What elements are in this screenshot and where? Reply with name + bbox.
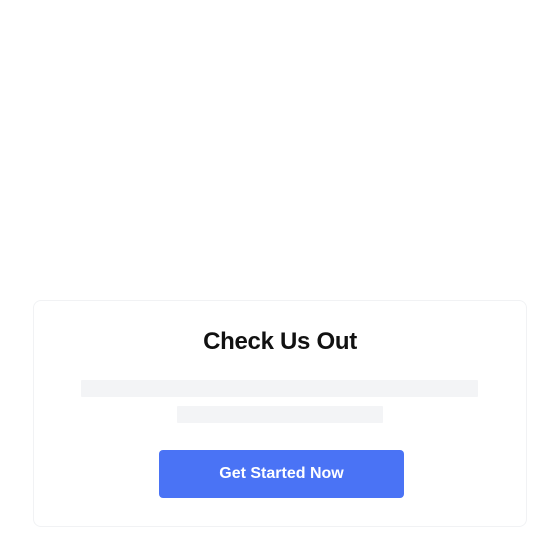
get-started-button[interactable]: Get Started Now [159, 450, 404, 498]
text-placeholder-line [177, 406, 383, 423]
card-title: Check Us Out [203, 328, 357, 355]
page: Check Us Out Get Started Now [0, 0, 560, 560]
text-placeholder-line [81, 380, 478, 397]
promo-card: Check Us Out Get Started Now [33, 300, 527, 527]
